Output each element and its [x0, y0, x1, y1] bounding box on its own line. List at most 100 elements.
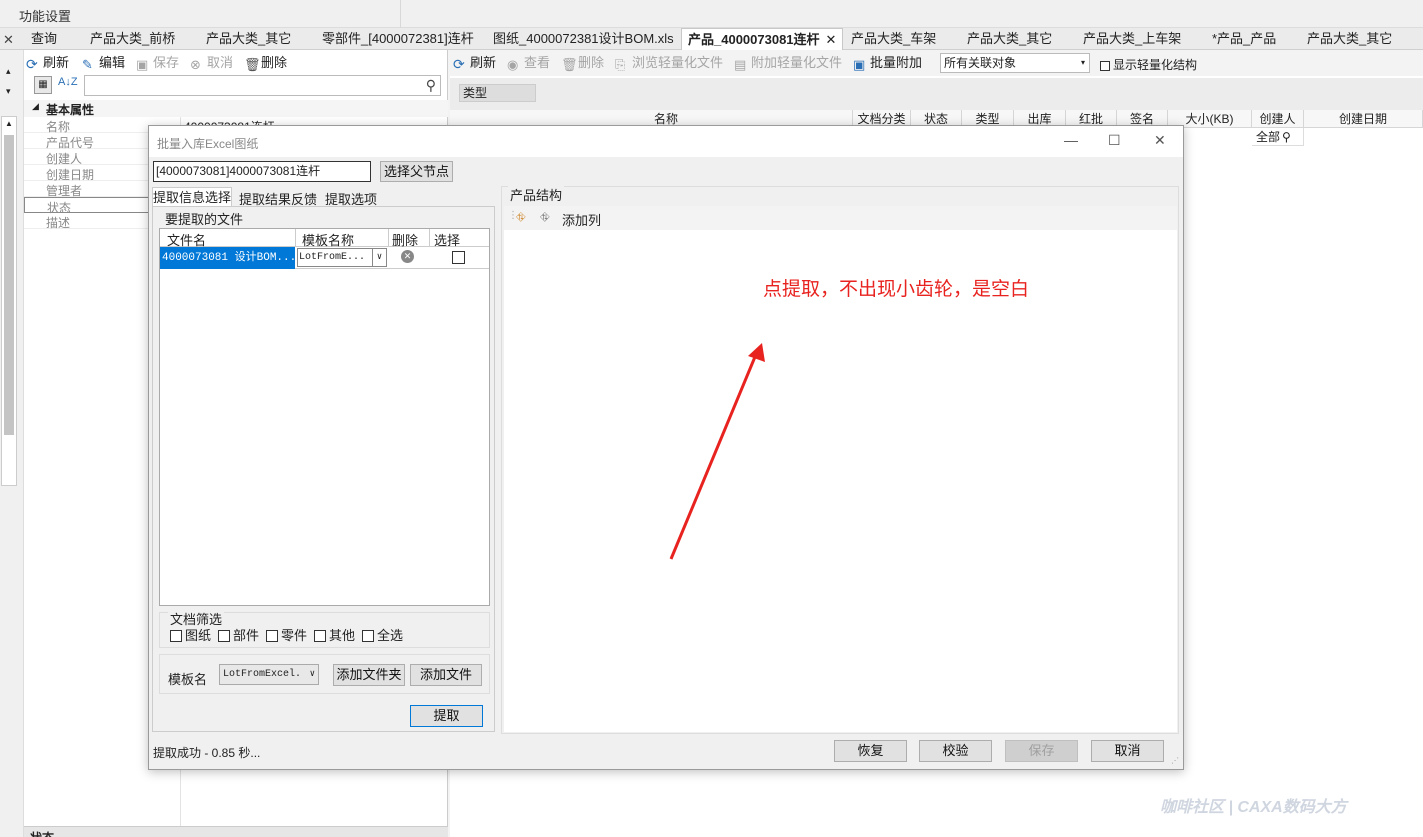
refresh-button[interactable]: ⟳ 刷新: [453, 52, 496, 74]
filter-assembly-checkbox[interactable]: 部件: [218, 625, 259, 644]
checkbox-label: 零件: [281, 628, 308, 643]
property-search-input[interactable]: ⚲: [84, 75, 441, 96]
refresh-button[interactable]: ⟳ 刷新: [26, 52, 69, 74]
batch-import-dialog: 批量入库Excel图纸 — ☐ ✕ [4000073081]4000073081…: [148, 125, 1184, 770]
prop-key: 描述: [46, 216, 71, 230]
select-checkbox[interactable]: [452, 251, 465, 264]
view-button[interactable]: ◉ 查看: [507, 52, 550, 74]
tab-item[interactable]: *产品_产品: [1212, 28, 1276, 50]
resize-grip-icon[interactable]: ⋰: [1171, 756, 1179, 765]
attach-light-button[interactable]: ▤ 附加轻量化文件: [734, 52, 842, 74]
checkbox[interactable]: [170, 630, 182, 642]
batch-icon: ▣: [853, 57, 866, 72]
edit-button[interactable]: ✎ 编辑: [82, 52, 125, 74]
cancel-button[interactable]: ⊗ 取消: [190, 52, 233, 74]
collapse-icon[interactable]: ◢: [32, 101, 39, 112]
browse-light-button[interactable]: ⎘ 浏览轻量化文件: [615, 52, 723, 74]
tab-item[interactable]: 产品大类_其它: [1307, 28, 1392, 50]
extract-button[interactable]: 提取: [410, 705, 483, 727]
search-icon[interactable]: ⚲: [426, 77, 436, 94]
template-dropdown[interactable]: LotFromExcel. ∨: [219, 664, 319, 685]
table-row[interactable]: 4000073081 设计BOM... LotFromE... ∨ ✕: [160, 247, 489, 269]
sort-az-icon[interactable]: A↓Z: [58, 76, 78, 88]
filter-all-checkbox[interactable]: 全选: [362, 625, 403, 644]
tab-query[interactable]: 查询: [31, 28, 57, 50]
dialog-titlebar: 批量入库Excel图纸 — ☐ ✕: [149, 126, 1183, 157]
checkbox-label: 部件: [233, 628, 260, 643]
tab-item[interactable]: 产品大类_其它: [967, 28, 1052, 50]
scroll-up-icon[interactable]: ▲: [5, 119, 13, 128]
cancel-button[interactable]: 取消: [1091, 740, 1164, 762]
filter-other-checkbox[interactable]: 其他: [314, 625, 355, 644]
categorized-view-icon[interactable]: ▦: [34, 76, 52, 94]
delete-label: 删除: [578, 55, 605, 70]
close-all-icon[interactable]: ✕: [3, 32, 14, 48]
tab-item[interactable]: 产品大类_上车架: [1083, 28, 1181, 50]
template-select[interactable]: LotFromE... ∨: [297, 248, 387, 267]
refresh-icon: ⟳: [453, 56, 465, 72]
delete-button[interactable]: 🗑删除: [244, 52, 287, 74]
close-icon[interactable]: ✕: [1154, 132, 1166, 149]
tab-extract-info[interactable]: 提取信息选择: [152, 187, 232, 207]
group-by-column[interactable]: 类型: [459, 84, 536, 102]
scroll-thumb[interactable]: [4, 135, 14, 435]
restore-button[interactable]: 恢复: [834, 740, 907, 762]
tab-item[interactable]: 产品大类_车架: [851, 28, 936, 50]
tab-item[interactable]: 产品大类_前桥: [90, 28, 175, 50]
checkbox[interactable]: [362, 630, 374, 642]
attach-light-label: 附加轻量化文件: [751, 55, 843, 70]
add-file-button[interactable]: 添加文件: [410, 664, 482, 686]
file-name-cell[interactable]: 4000073081 设计BOM...: [160, 247, 295, 269]
tab-item[interactable]: 零部件_[4000072381]连杆: [322, 28, 474, 50]
menu-title[interactable]: 功能设置: [19, 6, 71, 25]
object-filter-select[interactable]: 所有关联对象 ▾: [940, 53, 1090, 73]
structure-title: 产品结构: [508, 185, 565, 204]
files-group-title: 要提取的文件: [165, 212, 244, 227]
divider: [400, 0, 401, 28]
show-light-structure-checkbox[interactable]: 显示轻量化结构: [1100, 56, 1197, 73]
delete-button[interactable]: 🗑删除: [561, 52, 604, 74]
cancel-icon: ⊗: [190, 57, 201, 72]
creator-filter-cell[interactable]: 全部 ⚲: [1252, 128, 1304, 146]
save-button[interactable]: 保存: [1005, 740, 1078, 762]
select-parent-button[interactable]: 选择父节点: [380, 161, 453, 182]
verify-button[interactable]: 校验: [919, 740, 992, 762]
scrollbar[interactable]: ▲: [1, 116, 17, 486]
parent-node-field[interactable]: [4000073081]4000073081连杆: [153, 161, 371, 182]
filter-all-label: 全部: [1256, 130, 1281, 144]
column-header[interactable]: 创建日期: [1304, 110, 1423, 128]
tab-active-product[interactable]: 产品_4000073081连杆 ✕: [681, 28, 844, 50]
close-icon[interactable]: ✕: [826, 32, 837, 47]
maximize-icon[interactable]: ☐: [1108, 132, 1121, 149]
checkbox[interactable]: [314, 630, 326, 642]
tab-item[interactable]: 图纸_4000072381设计BOM.xls: [493, 28, 674, 50]
filter-part-checkbox[interactable]: 零件: [266, 625, 307, 644]
side-scroll-strip: ▴ ▾ ▲: [0, 50, 24, 837]
column-header[interactable]: 创建人: [1252, 110, 1304, 128]
batch-attach-label: 批量附加: [870, 55, 923, 70]
refresh-label: 刷新: [470, 55, 497, 70]
checkbox[interactable]: [266, 630, 278, 642]
document-tab-bar: ✕ 查询 产品大类_前桥 产品大类_其它 零部件_[4000072381]连杆 …: [0, 28, 1423, 50]
filter-drawing-checkbox[interactable]: 图纸: [170, 625, 211, 644]
status-text: 提取成功 - 0.85 秒...: [153, 746, 261, 760]
arrow-up-icon[interactable]: ▴: [6, 66, 11, 77]
search-icon[interactable]: ⚲: [1282, 130, 1291, 144]
chevron-down-icon[interactable]: ∨: [372, 249, 386, 266]
property-group-header[interactable]: ◢ 基本属性: [24, 100, 448, 117]
save-button[interactable]: ▣ 保存: [136, 52, 179, 74]
checkbox[interactable]: [218, 630, 230, 642]
batch-attach-button[interactable]: ▣ 批量附加: [853, 52, 922, 74]
tab-item[interactable]: 产品大类_其它: [206, 28, 291, 50]
checkbox-label: 显示轻量化结构: [1113, 58, 1198, 72]
arrow-down-icon[interactable]: ▾: [6, 86, 11, 97]
minimize-icon[interactable]: —: [1064, 132, 1078, 148]
files-table: 文件名 模板名称 删除 选择 4000073081 设计BOM... LotFr…: [159, 228, 490, 606]
delete-row-icon[interactable]: ✕: [401, 250, 414, 263]
product-structure-group: 产品结构 ⋮ ⛗ ⛗ 添加列 点提取，不出现小齿轮，是空白: [501, 185, 1179, 734]
add-folder-button[interactable]: 添加文件夹: [333, 664, 405, 686]
checkbox[interactable]: [1100, 61, 1110, 71]
chevron-down-icon: ∨: [309, 669, 315, 679]
structure-tree[interactable]: ⋮ ⛗ ⛗ 添加列 点提取，不出现小齿轮，是空白: [504, 206, 1177, 732]
template-dropdown-value: LotFromExcel.: [223, 669, 302, 680]
